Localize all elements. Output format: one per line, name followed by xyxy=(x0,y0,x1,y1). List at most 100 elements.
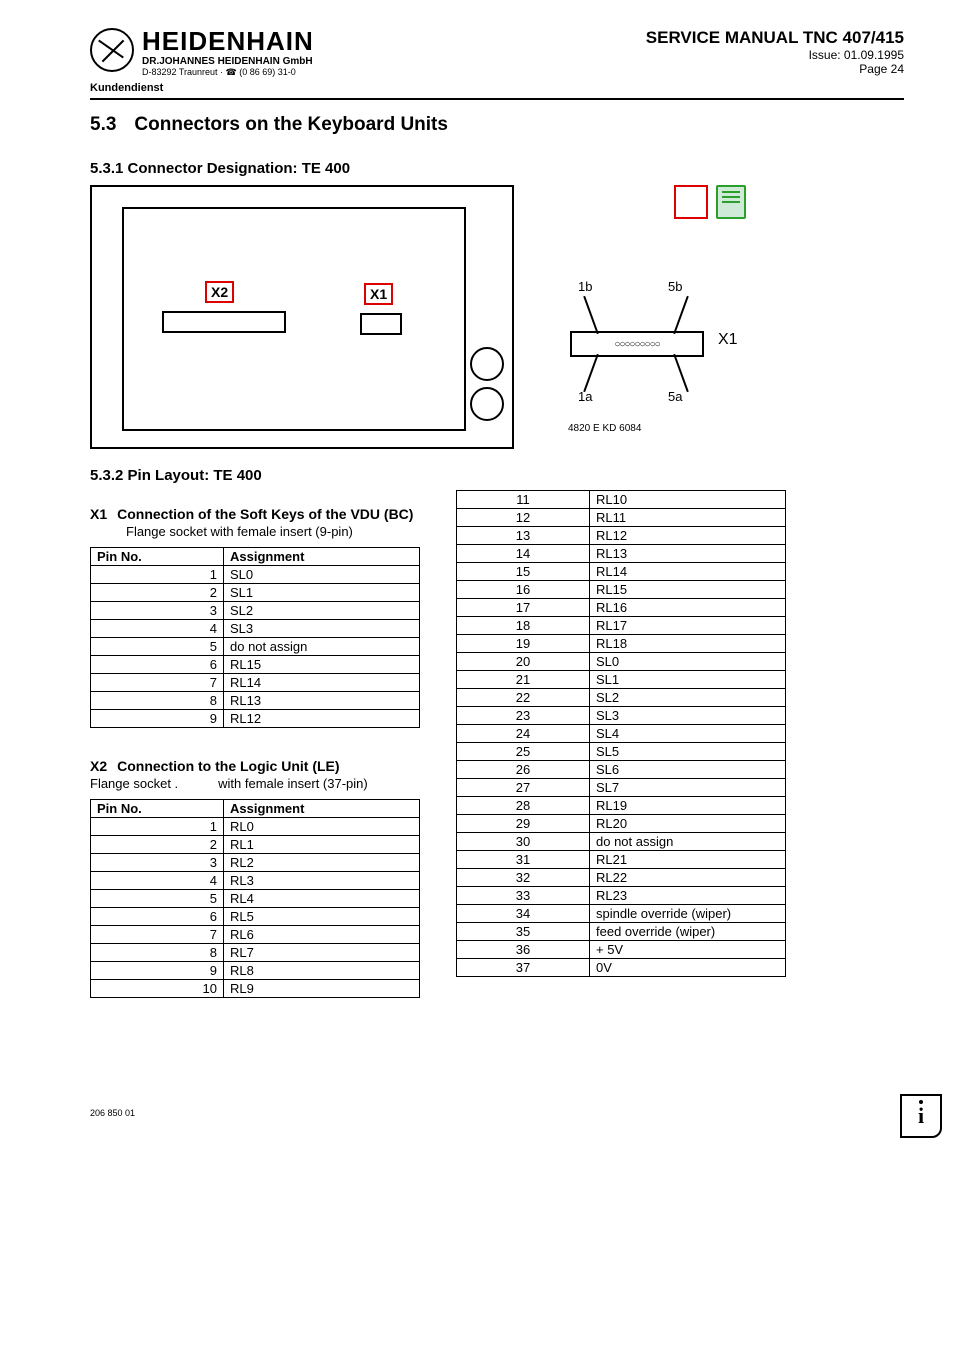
pin-number: 2 xyxy=(91,584,224,602)
pin-assignment: RL11 xyxy=(590,509,786,527)
pin-label-5a: 5a xyxy=(668,389,682,404)
pin-assignment: SL0 xyxy=(590,653,786,671)
table-row: 5RL4 xyxy=(91,890,420,908)
figure-reference: 4820 E KD 6084 xyxy=(568,423,810,434)
pin-assignment: RL22 xyxy=(590,869,786,887)
pin-assignment: RL17 xyxy=(590,617,786,635)
table-row: 27SL7 xyxy=(457,779,786,797)
note-document-icon[interactable] xyxy=(716,185,746,219)
table-row: 6RL15 xyxy=(91,656,420,674)
pin-assignment: SL4 xyxy=(590,725,786,743)
pin-number: 18 xyxy=(457,617,590,635)
pin-number: 7 xyxy=(91,926,224,944)
pin-assignment: RL13 xyxy=(224,692,420,710)
connector-x2-label[interactable]: X2 xyxy=(205,281,234,303)
table-row: 1SL0 xyxy=(91,566,420,584)
pin-assignment: RL9 xyxy=(224,980,420,998)
subsidiary-name: DR.JOHANNES HEIDENHAIN GmbH xyxy=(142,56,314,67)
pin-number: 32 xyxy=(457,869,590,887)
subsection-532-heading: 5.3.2 Pin Layout: TE 400 xyxy=(90,467,904,484)
pin-assignment: RL14 xyxy=(224,674,420,692)
x2-pin-table-left: Pin No. Assignment 1RL02RL13RL24RL35RL46… xyxy=(90,799,420,998)
pin-assignment: do not assign xyxy=(224,638,420,656)
table-row: 34spindle override (wiper) xyxy=(457,905,786,923)
pin-assignment: RL21 xyxy=(590,851,786,869)
pin-number: 1 xyxy=(91,566,224,584)
pin-number: 20 xyxy=(457,653,590,671)
pin-assignment: SL3 xyxy=(224,620,420,638)
section-heading: 5.3 Connectors on the Keyboard Units xyxy=(90,114,904,136)
pin-assignment: RL12 xyxy=(590,527,786,545)
table-row: 14RL13 xyxy=(457,545,786,563)
subsection-531-heading: 5.3.1 Connector Designation: TE 400 xyxy=(90,160,904,177)
pin-assignment: spindle override (wiper) xyxy=(590,905,786,923)
x1-heading: X1 Connection of the Soft Keys of the VD… xyxy=(90,506,420,522)
pin-number: 21 xyxy=(457,671,590,689)
table-row: 33RL23 xyxy=(457,887,786,905)
pin-assignment: RL15 xyxy=(590,581,786,599)
x2-heading: X2 Connection to the Logic Unit (LE) xyxy=(90,758,420,774)
pin-number: 14 xyxy=(457,545,590,563)
pin-assignment: RL20 xyxy=(590,815,786,833)
connector-x1-label[interactable]: X1 xyxy=(364,283,393,305)
pin-number: 23 xyxy=(457,707,590,725)
pin-number: 5 xyxy=(91,638,224,656)
connector-x2-shape xyxy=(162,311,286,333)
pin-assignment: SL2 xyxy=(590,689,786,707)
col-pin: Pin No. xyxy=(91,800,224,818)
pin-number: 9 xyxy=(91,710,224,728)
info-icon[interactable]: i xyxy=(900,1094,942,1138)
table-row: 13RL12 xyxy=(457,527,786,545)
pin-label-5b: 5b xyxy=(668,279,682,294)
pin-assignment: RL0 xyxy=(224,818,420,836)
pin-assignment: SL2 xyxy=(224,602,420,620)
pin-assignment: RL7 xyxy=(224,944,420,962)
pin-number: 15 xyxy=(457,563,590,581)
table-row: 7RL6 xyxy=(91,926,420,944)
pin-assignment: RL3 xyxy=(224,872,420,890)
table-row: 16RL15 xyxy=(457,581,786,599)
pin-number: 9 xyxy=(91,962,224,980)
table-row: 22SL2 xyxy=(457,689,786,707)
table-row: 1RL0 xyxy=(91,818,420,836)
table-row: 17RL16 xyxy=(457,599,786,617)
pin-assignment: SL5 xyxy=(590,743,786,761)
pin-number: 31 xyxy=(457,851,590,869)
table-row: 20SL0 xyxy=(457,653,786,671)
table-row: 8RL7 xyxy=(91,944,420,962)
pin-number: 37 xyxy=(457,959,590,977)
pin-assignment: SL1 xyxy=(224,584,420,602)
pin-number: 7 xyxy=(91,674,224,692)
pin-assignment: RL4 xyxy=(224,890,420,908)
pin-number: 34 xyxy=(457,905,590,923)
section-title: Connectors on the Keyboard Units xyxy=(134,114,448,136)
table-row: 25SL5 xyxy=(457,743,786,761)
table-row: 24SL4 xyxy=(457,725,786,743)
pin-label-1b: 1b xyxy=(578,279,592,294)
pin-number: 4 xyxy=(91,872,224,890)
x2-description: Flange socket . with female insert (37-p… xyxy=(90,776,420,791)
pin-number: 11 xyxy=(457,491,590,509)
pin-number: 8 xyxy=(91,944,224,962)
table-row: 10RL9 xyxy=(91,980,420,998)
table-row: 9RL12 xyxy=(91,710,420,728)
table-row: 29RL20 xyxy=(457,815,786,833)
x2-title: Connection to the Logic Unit (LE) xyxy=(117,758,339,774)
footer-code: 206 850 01 xyxy=(90,1108,904,1118)
table-row: 11RL10 xyxy=(457,491,786,509)
highlight-box-icon[interactable] xyxy=(674,185,708,219)
pin-number: 3 xyxy=(91,602,224,620)
pin-assignment: SL3 xyxy=(590,707,786,725)
table-row: 21SL1 xyxy=(457,671,786,689)
col-assign: Assignment xyxy=(224,800,420,818)
pin-number: 16 xyxy=(457,581,590,599)
pin-assignment: RL8 xyxy=(224,962,420,980)
pin-assignment: RL16 xyxy=(590,599,786,617)
table-row: 5do not assign xyxy=(91,638,420,656)
pin-number: 10 xyxy=(91,980,224,998)
pin-assignment: RL5 xyxy=(224,908,420,926)
x2-code: X2 xyxy=(90,758,107,774)
connector-name: X1 xyxy=(718,331,738,349)
pin-number: 30 xyxy=(457,833,590,851)
table-row: 9RL8 xyxy=(91,962,420,980)
